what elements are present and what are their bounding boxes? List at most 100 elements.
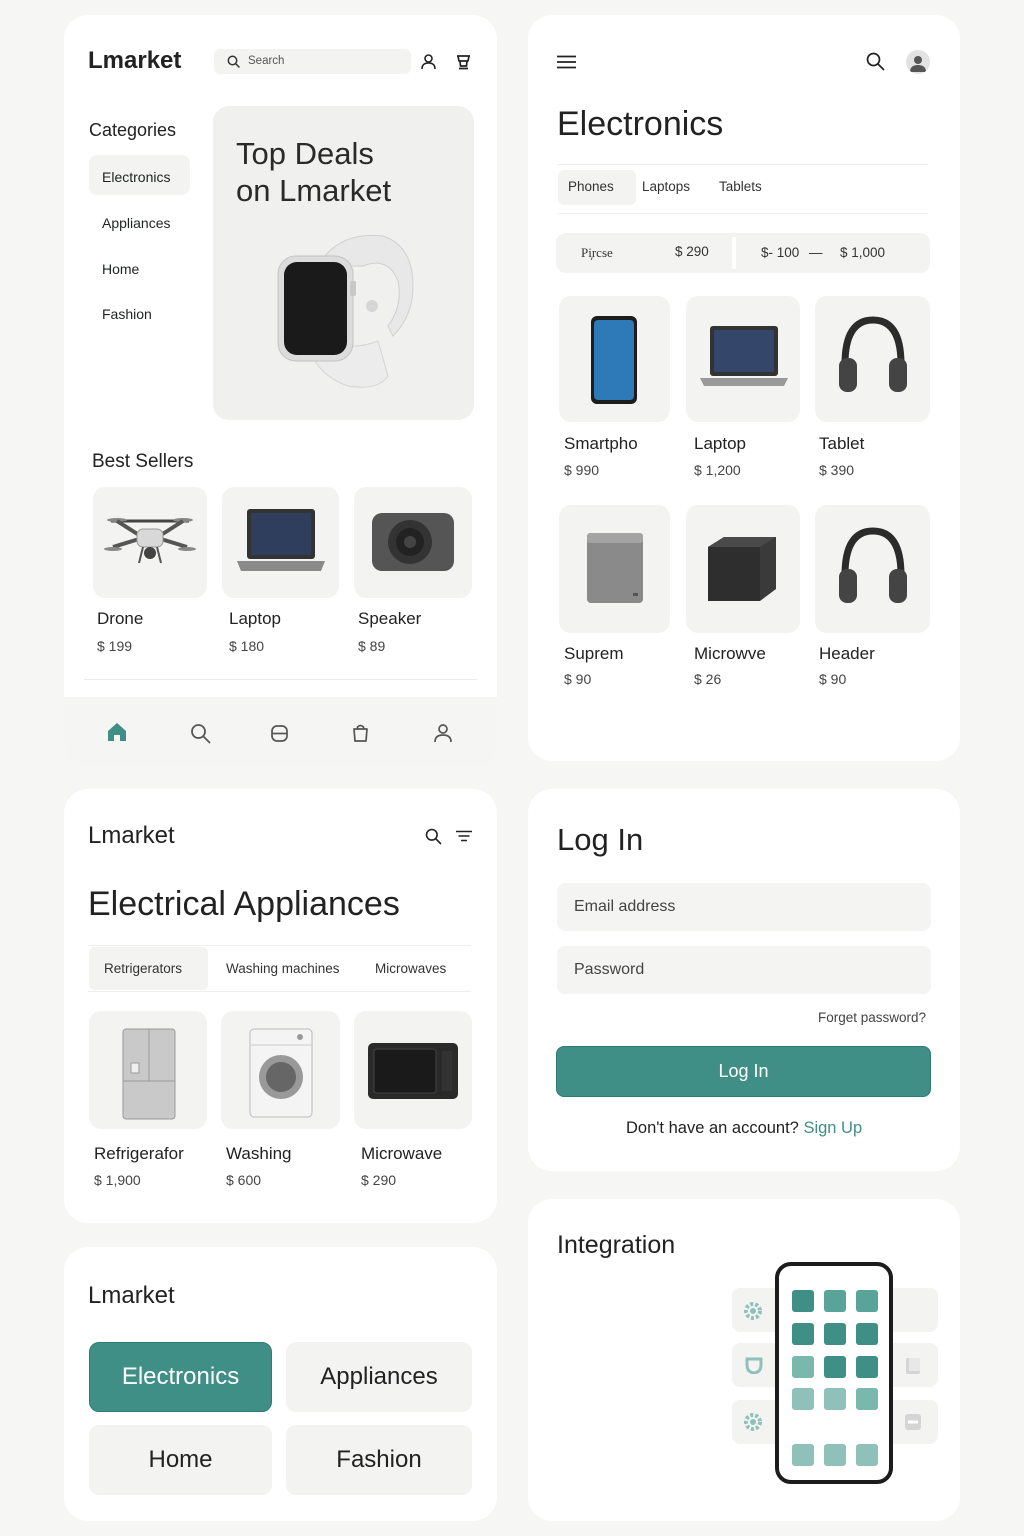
product-name: Smartpho <box>564 434 638 453</box>
email-placeholder: Email address <box>574 898 676 915</box>
headphones-image <box>839 316 907 392</box>
gear-icon <box>744 1302 762 1320</box>
product-price: $ 390 <box>819 462 855 478</box>
message-icon[interactable] <box>270 724 289 743</box>
product-thumb-smartphone[interactable] <box>559 296 670 422</box>
tab-washing-machines[interactable]: Washing machines <box>226 961 340 976</box>
search-bar[interactable]: Search <box>214 49 411 74</box>
product-price: $ 290 <box>361 1172 397 1188</box>
phone-mockup <box>775 1262 893 1484</box>
product-name: Tablet <box>819 434 865 453</box>
category-tile-electronics[interactable]: Electronics <box>89 1342 272 1412</box>
tab-refrigerators[interactable]: Retrigerators <box>104 961 182 976</box>
product-price: $ 199 <box>97 638 133 654</box>
microwave-image <box>368 1043 458 1099</box>
product-price: $ 600 <box>226 1172 262 1188</box>
laptop-image <box>237 509 325 571</box>
category-tile-fashion[interactable]: Fashion <box>286 1425 472 1495</box>
login-screen: Log In Email address Password Forget pas… <box>528 789 960 1171</box>
hero-banner[interactable]: Top Deals on Lmarket <box>213 106 474 420</box>
product-thumb-headphones[interactable] <box>815 505 930 633</box>
signup-link[interactable]: Sign Up <box>803 1119 862 1137</box>
category-item-appliances[interactable]: Appliances <box>102 215 171 231</box>
home-icon[interactable] <box>106 721 128 743</box>
page-title: Log In <box>557 822 644 857</box>
user-icon[interactable] <box>433 723 453 743</box>
smartwatch-image <box>277 234 414 388</box>
cube-box-image <box>708 537 776 601</box>
forgot-password-link[interactable]: Forget password? <box>818 1010 926 1025</box>
page-title: Integration <box>557 1231 676 1259</box>
home-screen: Lmarket Search Categories Electronics Ap… <box>64 15 497 765</box>
login-button[interactable]: Log In <box>556 1046 931 1097</box>
product-price: $ 89 <box>358 638 386 654</box>
app-grid <box>792 1290 878 1466</box>
product-thumb-laptop[interactable] <box>686 296 800 422</box>
category-item-home[interactable]: Home <box>102 261 139 277</box>
product-thumb-tablet[interactable] <box>815 296 930 422</box>
product-thumb-microwave[interactable] <box>354 1011 472 1129</box>
bottom-nav <box>64 697 497 765</box>
signup-prompt: Don't have an account? Sign Up <box>626 1119 862 1138</box>
filter-icon[interactable] <box>456 830 472 842</box>
no-account-text: Don't have an account? <box>626 1119 799 1137</box>
filter-price: $ 290 <box>675 244 709 259</box>
product-price: $ 180 <box>229 638 265 654</box>
product-name: Speaker <box>358 609 422 628</box>
product-name: Laptop <box>229 609 281 628</box>
washing-machine-image <box>249 1028 313 1118</box>
product-thumb-microwave[interactable] <box>686 505 800 633</box>
drone-image <box>104 518 196 564</box>
product-name: Drone <box>97 609 144 628</box>
storage-box-image <box>587 533 643 603</box>
category-label: Electronics <box>102 169 171 185</box>
headphones-image <box>839 527 907 603</box>
tab-microwaves[interactable]: Microwaves <box>375 961 446 976</box>
logo: Lmarket <box>88 47 182 74</box>
menu-icon[interactable] <box>557 55 576 69</box>
password-field[interactable]: Password <box>557 946 931 994</box>
product-price: $ 90 <box>819 671 847 687</box>
product-thumb-storage[interactable] <box>559 505 670 633</box>
bag-icon[interactable] <box>351 723 370 743</box>
best-sellers-title: Best Sellers <box>92 451 194 472</box>
filter-label: Pi᷊rcse <box>581 245 613 260</box>
tab-laptops[interactable]: Laptops <box>642 179 690 194</box>
document-icon <box>906 1358 920 1374</box>
product-price: $ 26 <box>694 671 722 687</box>
product-thumb-washing[interactable] <box>221 1011 340 1129</box>
filter-divider <box>732 237 736 269</box>
email-field[interactable]: Email address <box>557 883 931 931</box>
cart-icon[interactable] <box>455 53 472 70</box>
gear-icon <box>744 1413 762 1431</box>
electronics-screen: Electronics Phones Laptops Tablets Pi᷊rc… <box>528 15 960 761</box>
search-input[interactable]: Search <box>248 55 284 67</box>
product-thumb-refrigerator[interactable] <box>89 1011 207 1129</box>
product-name: Laptop <box>694 434 746 453</box>
range-dash: — <box>809 245 823 260</box>
product-price: $ 90 <box>564 671 592 687</box>
category-item-fashion[interactable]: Fashion <box>102 306 152 322</box>
product-name: Header <box>819 644 875 663</box>
avatar[interactable] <box>906 50 930 74</box>
category-tile-home[interactable]: Home <box>89 1425 272 1495</box>
product-thumb-drone[interactable] <box>93 487 207 598</box>
user-icon[interactable] <box>420 53 437 70</box>
tab-phones[interactable]: Phones <box>568 179 614 194</box>
range-min[interactable]: $- 100 <box>761 245 799 260</box>
tab-tablets[interactable]: Tablets <box>719 179 762 194</box>
product-thumb-laptop[interactable] <box>222 487 339 598</box>
product-thumb-speaker[interactable] <box>354 487 472 598</box>
product-price: $ 990 <box>564 462 600 478</box>
category-tile-appliances[interactable]: Appliances <box>286 1342 472 1412</box>
range-max[interactable]: $ 1,000 <box>840 245 885 260</box>
product-price: $ 1,900 <box>94 1172 141 1188</box>
search-icon[interactable] <box>425 828 442 845</box>
search-icon[interactable] <box>866 52 885 71</box>
product-name: Refrigerafor <box>94 1144 184 1163</box>
search-icon <box>227 55 240 68</box>
minus-icon <box>905 1414 921 1430</box>
product-name: Suprem <box>564 644 624 663</box>
search-icon[interactable] <box>190 723 211 744</box>
password-placeholder: Password <box>574 961 645 978</box>
